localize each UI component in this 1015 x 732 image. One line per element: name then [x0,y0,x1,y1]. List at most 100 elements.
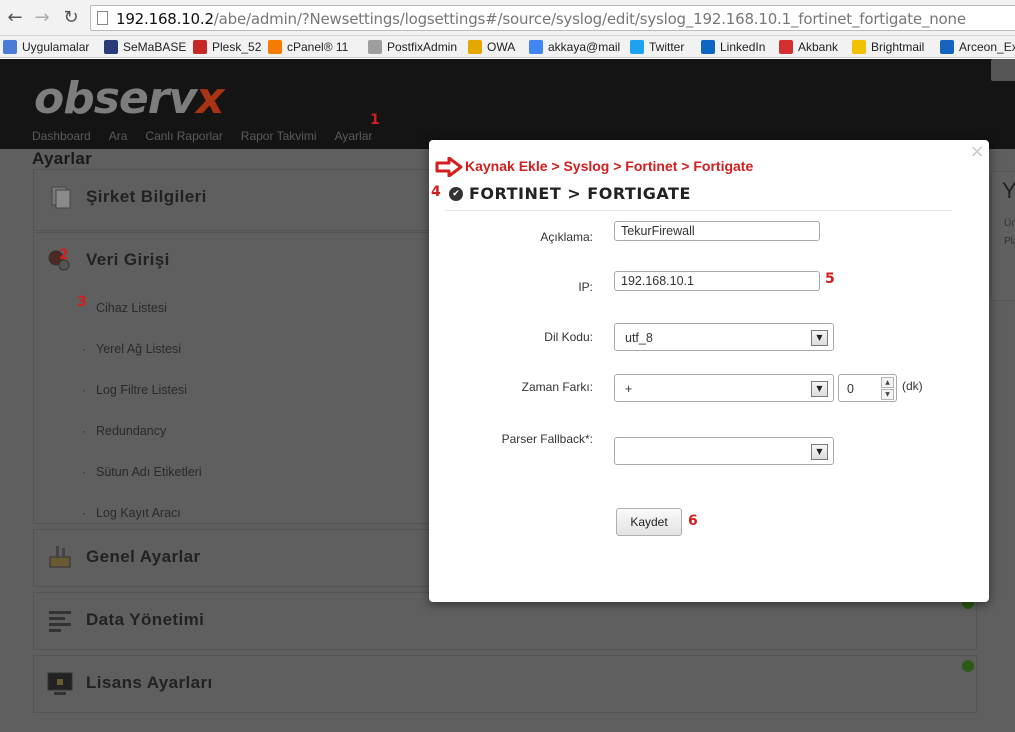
zaman-farki-stepper[interactable]: 0 ▲ ▼ [838,374,897,402]
monitor-lock-icon [47,672,73,695]
breadcrumb: Kaynak Ekle > Syslog > Fortinet > Fortig… [465,158,754,174]
page-icon [97,11,108,25]
bookmark-label: akkaya@mail [548,40,621,54]
modal-title: FORTINET > FORTIGATE [469,184,691,203]
zaman-value: 0 [847,382,854,396]
bookmark-label: PostfixAdmin [387,40,458,54]
annotation-1: 1 [370,112,380,128]
nav-ara[interactable]: Ara [109,129,128,143]
dil-kodu-value: utf_8 [625,331,653,345]
akbank-icon [779,40,793,54]
plesk-icon [193,40,207,54]
chevron-down-icon[interactable]: ▼ [811,444,828,460]
google-icon [529,40,543,54]
spin-down-icon[interactable]: ▼ [881,389,894,400]
tools-icon [49,546,71,568]
zaman-sign-value: + [625,382,633,396]
bookmark-label: Brightmail [871,40,925,54]
cpanel-icon [268,40,282,54]
zaman-farki-sign-select[interactable]: + ▼ [614,374,834,402]
annotation-2: 2 [59,247,69,263]
annotation-3: 3 [77,294,87,310]
status-ok-icon [962,660,974,672]
parser-fallback-label: Parser Fallback*: [501,432,593,446]
aciklama-label: Açıklama: [540,230,593,244]
bookmark-label: Arceon_Ex [959,40,1015,54]
modal-header: ✔ FORTINET > FORTIGATE [449,184,691,203]
app-header: observx Dashboard Ara Canlı Raporlar Rap… [0,59,1015,149]
url-bar[interactable]: 192.168.10.2/abe/admin/?Newsettings/logs… [90,5,1015,31]
bookmark-item[interactable]: Twitter [630,39,684,55]
chevron-down-icon[interactable]: ▼ [811,381,828,397]
right-stub-letter: Y [1002,178,1015,203]
chevron-down-icon[interactable]: ▼ [811,330,828,346]
bookmark-item[interactable]: Akbank [779,39,838,55]
bookmark-item[interactable]: SeMaBASE [104,39,186,55]
divider [445,210,952,211]
right-stub-line: Ür [1004,218,1015,229]
bookmark-item[interactable]: LinkedIn [701,39,765,55]
bookmark-label: Uygulamalar [22,40,90,54]
bookmark-item[interactable]: cPanel® 11 [268,39,348,55]
reload-icon[interactable]: ↻ [60,7,82,29]
bookmark-item[interactable]: Brightmail [852,39,924,55]
panel-title: Veri Girişi [86,250,170,269]
linkedin-icon [701,40,715,54]
bookmark-item[interactable]: Uygulamalar [3,39,89,55]
bookmark-item[interactable]: akkaya@mail [529,39,620,55]
header-button[interactable] [991,59,1015,81]
forward-arrow-icon[interactable]: → [31,7,53,29]
top-nav: Dashboard Ara Canlı Raporlar Rapor Takvi… [32,129,372,143]
save-button[interactable]: Kaydet [616,508,682,536]
panel-title: Lisans Ayarları [86,673,213,692]
annotation-5: 5 [825,271,835,287]
zaman-farki-label: Zaman Farkı: [521,380,593,394]
apps-grid-icon [3,40,17,54]
documents-icon [51,186,71,209]
panel-lisans-ayarlari[interactable]: Lisans Ayarları [33,655,977,713]
owa-icon [468,40,482,54]
semabase-icon [104,40,118,54]
bookmark-item[interactable]: Plesk_52 [193,39,261,55]
bookmark-label: LinkedIn [720,40,766,54]
nav-ayarlar[interactable]: Ayarlar [335,129,373,143]
ip-label: IP: [578,280,593,294]
panel-title: Genel Ayarlar [86,547,201,566]
arrow-right-icon [435,157,463,177]
back-arrow-icon[interactable]: ← [4,7,26,29]
edit-source-modal: × Kaynak Ekle > Syslog > Fortinet > Fort… [429,140,989,602]
annotation-4: 4 [431,184,441,200]
spin-up-icon[interactable]: ▲ [881,377,894,388]
brightmail-icon [852,40,866,54]
close-icon[interactable]: × [969,143,985,161]
bookmark-label: Twitter [649,40,685,54]
zaman-unit: (dk) [902,379,923,393]
right-stub-line: Pla [1004,236,1015,247]
parser-fallback-select[interactable]: ▼ [614,437,834,465]
bookmark-label: cPanel® 11 [287,40,349,54]
page-title: Ayarlar [32,149,93,168]
aciklama-input[interactable] [614,221,820,241]
bookmark-label: Akbank [798,40,839,54]
dil-kodu-select[interactable]: utf_8 ▼ [614,323,834,351]
annotation-6: 6 [688,513,698,529]
bookmark-item[interactable]: OWA [468,39,515,55]
bookmarks-bar: Uygulamalar SeMaBASE Plesk_52 cPanel® 11 Pos… [0,36,1015,58]
bookmark-label: SeMaBASE [123,40,187,54]
panel-title: Data Yönetimi [86,610,205,629]
nav-rapor-takvimi[interactable]: Rapor Takvimi [241,129,317,143]
panel-title: Şirket Bilgileri [86,187,207,206]
dil-kodu-label: Dil Kodu: [544,330,593,344]
bookmark-item[interactable]: Arceon_Ex [940,39,1015,55]
page-icon [368,40,382,54]
browser-toolbar: ← → ↻ 192.168.10.2/abe/admin/?Newsetting… [0,0,1015,36]
bookmark-item[interactable]: PostfixAdmin [368,39,457,55]
bookmark-label: OWA [487,40,516,54]
logo: observx [34,73,225,124]
nav-dashboard[interactable]: Dashboard [32,129,91,143]
bookmark-label: Plesk_52 [212,40,262,54]
url-text: 192.168.10.2/abe/admin/?Newsettings/logs… [116,10,966,28]
ip-input[interactable] [614,271,820,291]
nav-canli-raporlar[interactable]: Canlı Raporlar [145,129,222,143]
list-lines-icon [49,611,71,632]
